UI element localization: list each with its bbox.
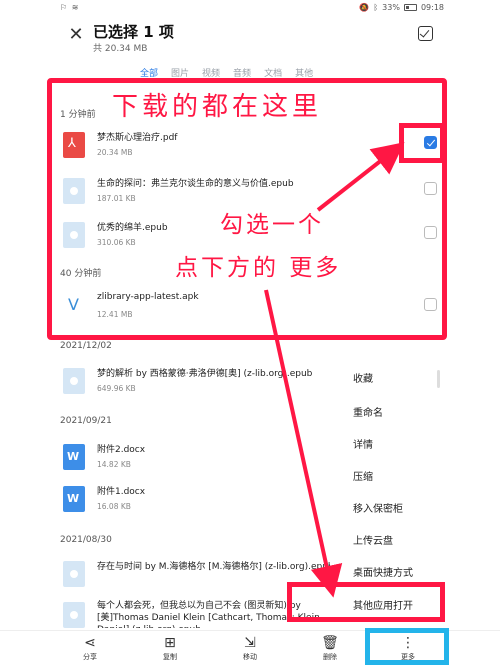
battery-icon (403, 4, 417, 11)
file-size: 649.96 KB (97, 384, 136, 393)
file-name: 附件1.docx (97, 487, 146, 497)
annotation-text-select: 勾选一个 (220, 212, 324, 238)
section-label: 2021/09/21 (60, 416, 112, 426)
menu-item-move-to-safe[interactable]: 移入保密柜 (353, 500, 403, 515)
move-icon: ⇲ (244, 635, 256, 651)
word-doc-icon (63, 486, 85, 512)
selection-size: 共 20.34 MB (93, 44, 148, 54)
status-bar: ⚐ ≋ 🔕 ᛒ 33% 09:18 (0, 0, 500, 16)
file-name: 存在与时间 by M.海德格尔 [M.海德格尔] (z-lib.org).epu… (97, 562, 330, 572)
annotation-text-downloads: 下载的都在这里 (112, 92, 323, 122)
menu-item-desktop-shortcut[interactable]: 桌面快捷方式 (353, 564, 413, 579)
section-label: 2021/12/02 (60, 341, 112, 351)
annotation-more-box (365, 628, 449, 665)
selection-header: ✕ 已选择 1 项 共 20.34 MB (0, 16, 500, 56)
bluetooth-icon: ᛒ (373, 3, 379, 12)
annotation-open-with-box (287, 582, 445, 622)
trash-icon: 🗑 (321, 635, 339, 651)
bell-off-icon: 🔕 (359, 3, 370, 12)
share-button[interactable]: ⋖ 分享 (65, 634, 115, 662)
file-size: 16.08 KB (97, 502, 131, 511)
share-icon: ⋖ (84, 635, 96, 651)
annotation-text-more: 点下方的 更多 (175, 255, 342, 281)
menu-item-details[interactable]: 详情 (353, 436, 373, 451)
move-button[interactable]: ⇲ 移动 (225, 634, 275, 662)
file-name: 附件2.docx (97, 445, 146, 455)
close-icon[interactable]: ✕ (66, 24, 86, 45)
epub-icon (63, 561, 85, 587)
annotation-checkbox-box (399, 123, 445, 163)
select-all-icon[interactable] (418, 26, 433, 41)
menu-item-favorite[interactable]: 收藏 (353, 370, 373, 385)
more-menu: 收藏 重命名 详情 压缩 移入保密柜 上传云盘 桌面快捷方式 其他应用打开 (345, 360, 445, 620)
word-doc-icon (63, 444, 85, 470)
page-title: 已选择 1 项 (93, 23, 174, 41)
menu-item-compress[interactable]: 压缩 (353, 468, 373, 483)
epub-icon (63, 368, 85, 394)
status-time: 09:18 (420, 3, 444, 12)
delete-button[interactable]: 🗑 删除 (305, 634, 355, 662)
file-size: 14.82 KB (97, 460, 131, 469)
menu-item-upload-cloud[interactable]: 上传云盘 (353, 532, 393, 547)
menu-item-rename[interactable]: 重命名 (353, 404, 383, 419)
copy-icon: ⊞ (164, 635, 176, 651)
epub-icon (63, 602, 85, 628)
section-label: 2021/08/30 (60, 535, 112, 545)
battery-text: 33% (382, 3, 400, 12)
file-name: 梦的解析 by 西格蒙德·弗洛伊德[奥] (z-lib.org).epub (97, 369, 313, 379)
copy-button[interactable]: ⊞ 复制 (145, 634, 195, 662)
scrollbar[interactable] (437, 370, 440, 388)
signal-icons: ⚐ ≋ (60, 3, 80, 12)
